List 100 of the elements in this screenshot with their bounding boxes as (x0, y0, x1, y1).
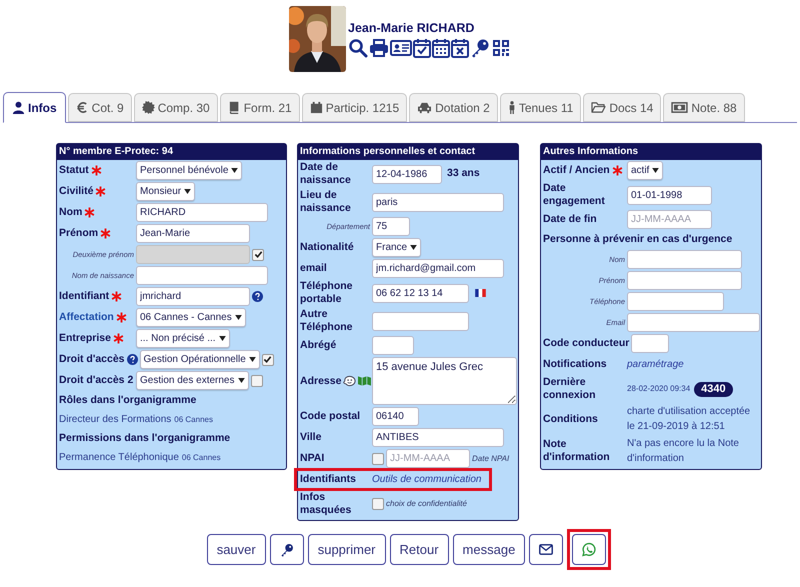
tab[interactable]: Cot. 9 (68, 93, 132, 122)
printer-icon[interactable] (369, 38, 389, 58)
calendar-check-icon[interactable] (413, 38, 431, 58)
action-button[interactable]: sauver (206, 534, 266, 565)
input-field[interactable] (631, 334, 670, 353)
member-name: Jean-Marie RICHARD (348, 21, 476, 36)
dropdown[interactable]: Personnel bénévole (136, 161, 242, 180)
input-field[interactable]: paris (372, 192, 504, 212)
field-label: Autre Téléphone (300, 308, 354, 334)
checkbox[interactable] (372, 452, 384, 464)
mail-button[interactable] (529, 534, 564, 565)
tab[interactable]: Tenues 11 (500, 93, 582, 122)
field-label: Statut (59, 164, 89, 177)
field-label: Notifications (543, 358, 607, 371)
key-icon[interactable] (470, 38, 490, 58)
input-field[interactable]: Jean-Marie (136, 224, 250, 243)
input-field[interactable]: jmrichard (136, 287, 250, 306)
field-label: Dernière connexion (543, 376, 597, 402)
count-badge: 4340 (694, 382, 733, 396)
caret-icon (238, 378, 244, 383)
tab[interactable]: Particip. 1215 (302, 93, 408, 122)
checkbox[interactable] (250, 374, 262, 386)
tab[interactable]: Infos (3, 92, 66, 123)
field-label: Téléphone portable (300, 280, 354, 306)
role-text: Permanence Téléphonique (59, 451, 179, 465)
input-field[interactable] (627, 250, 742, 269)
input-field[interactable]: 06 62 12 13 14 (372, 284, 469, 302)
tab[interactable]: Dotation 2 (409, 93, 498, 122)
dropdown[interactable]: France (372, 238, 422, 257)
field-label: Code postal (300, 410, 360, 423)
tab[interactable]: Note. 88 (663, 93, 745, 122)
key-icon (280, 542, 294, 558)
field-label: NPAI (300, 452, 324, 465)
calendar-icon[interactable] (432, 38, 450, 58)
input-field[interactable]: 01-01-1998 (627, 186, 712, 204)
input-field[interactable]: 12-04-1986 (372, 164, 442, 184)
input-field[interactable] (627, 292, 724, 311)
tab[interactable]: Docs 14 (583, 93, 662, 122)
input-field[interactable]: jm.richard@gmail.com (372, 259, 504, 278)
info-text: charte d'utilisation acceptée le 21-09-2019 à 12:51 (627, 405, 752, 434)
input-field[interactable] (372, 336, 414, 355)
action-button[interactable]: message (452, 534, 526, 565)
dropdown[interactable]: ... Non précisé ... (136, 329, 230, 348)
link[interactable]: Outils de communication (372, 472, 482, 487)
address-field[interactable]: 15 avenue Jules Grec (372, 357, 517, 405)
input-field[interactable] (627, 313, 760, 332)
banknote-icon (671, 101, 688, 114)
input-field[interactable]: 06140 (372, 407, 419, 426)
dropdown[interactable]: Gestion des externes (136, 371, 248, 390)
panel-title: Informations personnelles et contact (298, 144, 518, 160)
field-label: Droit d'accès 2 (59, 374, 134, 387)
caret-icon (231, 168, 238, 173)
input-field[interactable] (136, 266, 268, 285)
field-label: Droit d'accès (59, 353, 125, 366)
person-icon (508, 101, 516, 114)
id-card-icon[interactable] (390, 38, 412, 58)
action-button[interactable]: supprimer (308, 534, 386, 565)
field-label: Code conducteur (543, 337, 630, 350)
field-label: Date de fin (543, 213, 597, 226)
calendar-x-icon[interactable] (451, 38, 469, 58)
field-label: Note d'information (543, 438, 611, 464)
caret-icon (410, 245, 418, 250)
input-field[interactable]: 75 (372, 217, 410, 236)
unit-text: 06 Cannes (174, 414, 213, 426)
field-label: Nationalité (300, 241, 354, 254)
input-field[interactable]: RICHARD (136, 203, 268, 222)
field-label: Conditions (543, 412, 598, 426)
field-label: Prénom (59, 227, 98, 240)
input-field[interactable]: ANTIBES (372, 428, 504, 447)
dropdown[interactable]: 06 Cannes - Cannes (136, 308, 246, 327)
input-field[interactable] (372, 312, 469, 330)
link[interactable]: paramétrage (627, 357, 684, 372)
help-icon (126, 354, 138, 365)
panel-title: N° membre E-Protec: 94 (57, 144, 286, 160)
role-text: Directeur des Formations (59, 413, 172, 427)
date-field[interactable]: JJ-MM-AAAA (386, 449, 470, 468)
tab[interactable]: Form. 21 (220, 93, 300, 122)
action-button[interactable]: Retour (390, 534, 449, 565)
checkbox[interactable] (372, 498, 384, 510)
dropdown[interactable]: actif (627, 161, 664, 180)
folder-icon (591, 101, 606, 114)
dropdown[interactable]: Gestion Opérationnelle (140, 350, 260, 369)
euro-icon (76, 101, 89, 114)
checkbox[interactable] (262, 354, 274, 366)
timestamp: 28-02-2020 09:34 (627, 383, 690, 395)
field-label: Identifiant (59, 290, 110, 303)
input-field[interactable]: JJ-MM-AAAA (627, 210, 712, 229)
checkbox[interactable] (252, 248, 264, 260)
field-label: Affectation (59, 311, 114, 324)
field-label: Nom (59, 206, 82, 219)
field-label: Infos masquées (300, 491, 352, 517)
dropdown[interactable]: Monsieur (136, 182, 196, 201)
book-icon (228, 101, 241, 114)
calendar-icon (310, 101, 323, 114)
input-field[interactable] (627, 271, 742, 290)
search-icon[interactable] (348, 38, 368, 58)
qr-code-icon[interactable] (491, 38, 511, 58)
tab[interactable]: Comp. 30 (134, 93, 218, 122)
smiley-icon (343, 375, 356, 387)
key-button[interactable] (270, 534, 304, 565)
